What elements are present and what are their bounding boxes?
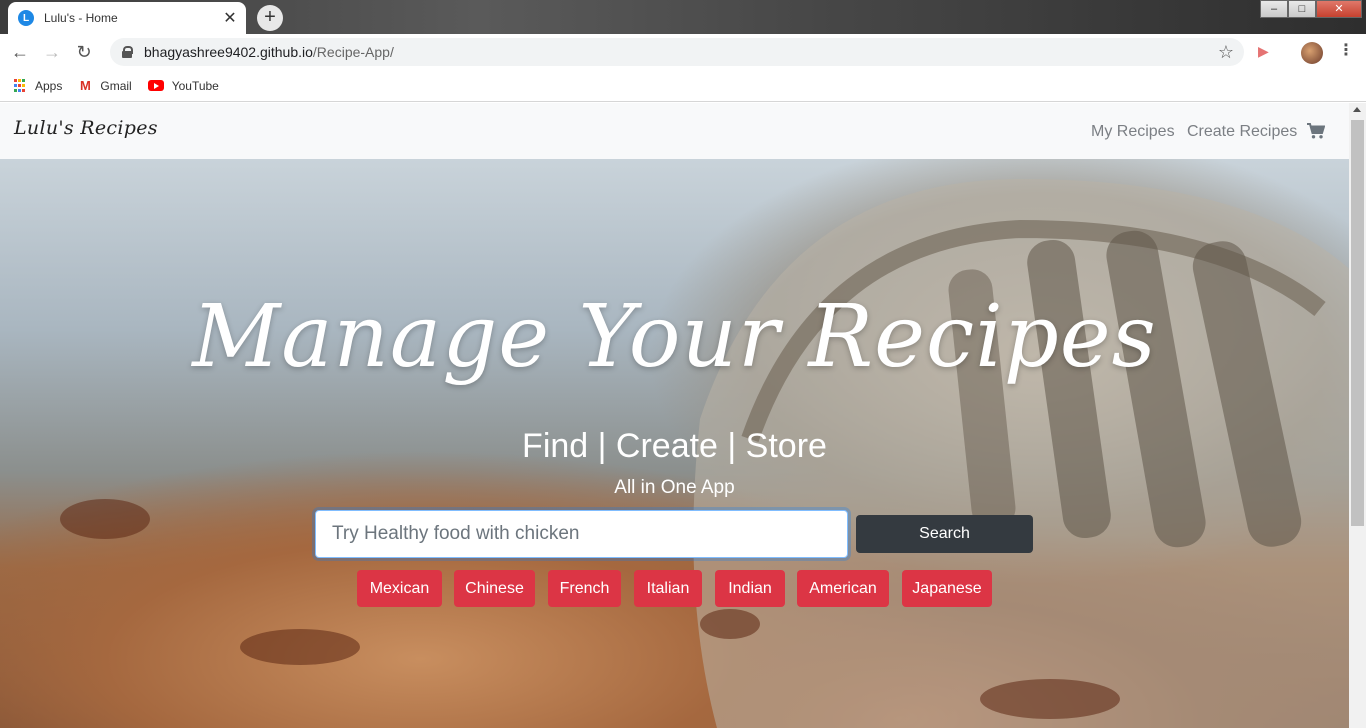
page-scrollbar[interactable] bbox=[1349, 103, 1366, 728]
back-arrow-icon[interactable]: ← bbox=[8, 40, 32, 64]
reload-icon[interactable]: ↻ bbox=[72, 40, 96, 64]
scrollbar-thumb[interactable] bbox=[1351, 120, 1364, 526]
apps-grid-icon bbox=[14, 78, 27, 93]
hero-subtitle: Find | Create | Store bbox=[522, 427, 827, 465]
nav-link-my-recipes[interactable]: My Recipes bbox=[1091, 123, 1175, 141]
search-button[interactable]: Search bbox=[856, 515, 1033, 553]
cuisine-button-japanese[interactable]: Japanese bbox=[902, 570, 992, 607]
hero-tagline: All in One App bbox=[614, 477, 735, 498]
tab-close-icon[interactable]: ✕ bbox=[222, 8, 238, 28]
page-viewport: Lulu's Recipes My Recipes Create Recipes… bbox=[0, 103, 1366, 728]
url-text[interactable]: bhagyashree9402.github.io/Recipe-App/ bbox=[144, 44, 1218, 60]
cuisine-button-indian[interactable]: Indian bbox=[715, 570, 785, 607]
extension-icon[interactable]: ▶ bbox=[1258, 43, 1269, 60]
cuisine-button-chinese[interactable]: Chinese bbox=[454, 570, 535, 607]
profile-avatar[interactable] bbox=[1301, 42, 1323, 64]
meat-texture bbox=[700, 609, 760, 639]
url-path: /Recipe-App/ bbox=[312, 44, 394, 60]
hero-title: Manage Your Recipes bbox=[192, 287, 1157, 387]
hero-section: Manage Your Recipes Find | Create | Stor… bbox=[0, 159, 1349, 728]
tab-title: Lulu's - Home bbox=[44, 11, 118, 25]
window-controls: – □ ✕ bbox=[1260, 0, 1362, 18]
close-window-button[interactable]: ✕ bbox=[1316, 0, 1362, 18]
bookmark-apps[interactable]: Apps bbox=[14, 78, 63, 93]
browser-toolbar: ← → ↻ bhagyashree9402.github.io/Recipe-A… bbox=[0, 34, 1366, 70]
meat-texture bbox=[240, 629, 360, 665]
address-bar[interactable]: bhagyashree9402.github.io/Recipe-App/ ☆ bbox=[110, 38, 1244, 66]
forward-arrow-icon[interactable]: → bbox=[40, 40, 64, 64]
browser-tab[interactable]: L Lulu's - Home ✕ bbox=[8, 2, 246, 34]
site-navbar: Lulu's Recipes My Recipes Create Recipes bbox=[0, 103, 1349, 159]
new-tab-button[interactable]: + bbox=[257, 5, 283, 31]
recipe-search-input[interactable] bbox=[315, 510, 848, 558]
bookmark-label: Gmail bbox=[100, 78, 132, 93]
cuisine-button-italian[interactable]: Italian bbox=[634, 570, 702, 607]
meat-texture bbox=[60, 499, 150, 539]
bookmarks-bar: Apps M Gmail YouTube bbox=[0, 70, 1366, 102]
shopping-cart-icon[interactable] bbox=[1307, 123, 1325, 139]
cuisine-button-american[interactable]: American bbox=[797, 570, 889, 607]
scroll-up-arrow-icon[interactable] bbox=[1353, 107, 1361, 112]
bookmark-label: Apps bbox=[35, 78, 63, 93]
bookmark-star-icon[interactable]: ☆ bbox=[1218, 42, 1234, 63]
bookmark-label: YouTube bbox=[171, 78, 219, 93]
nav-link-create-recipes[interactable]: Create Recipes bbox=[1187, 123, 1297, 141]
url-host: bhagyashree9402.github.io bbox=[144, 44, 313, 60]
gmail-icon: M bbox=[79, 77, 91, 93]
meat-texture bbox=[980, 679, 1120, 719]
brand-logo[interactable]: Lulu's Recipes bbox=[14, 117, 158, 139]
bookmark-youtube[interactable]: YouTube bbox=[147, 78, 219, 93]
bookmark-gmail[interactable]: M Gmail bbox=[78, 77, 132, 93]
cuisine-button-mexican[interactable]: Mexican bbox=[357, 570, 442, 607]
browser-tab-strip: L Lulu's - Home ✕ + – □ ✕ bbox=[0, 0, 1366, 34]
youtube-icon bbox=[147, 80, 164, 91]
site-favicon-icon: L bbox=[18, 10, 34, 26]
browser-menu-icon[interactable]: ⋮ bbox=[1338, 40, 1354, 60]
minimize-window-button[interactable]: – bbox=[1260, 0, 1288, 18]
maximize-window-button[interactable]: □ bbox=[1288, 0, 1316, 18]
cuisine-button-french[interactable]: French bbox=[548, 570, 621, 607]
lock-icon[interactable] bbox=[122, 46, 133, 58]
